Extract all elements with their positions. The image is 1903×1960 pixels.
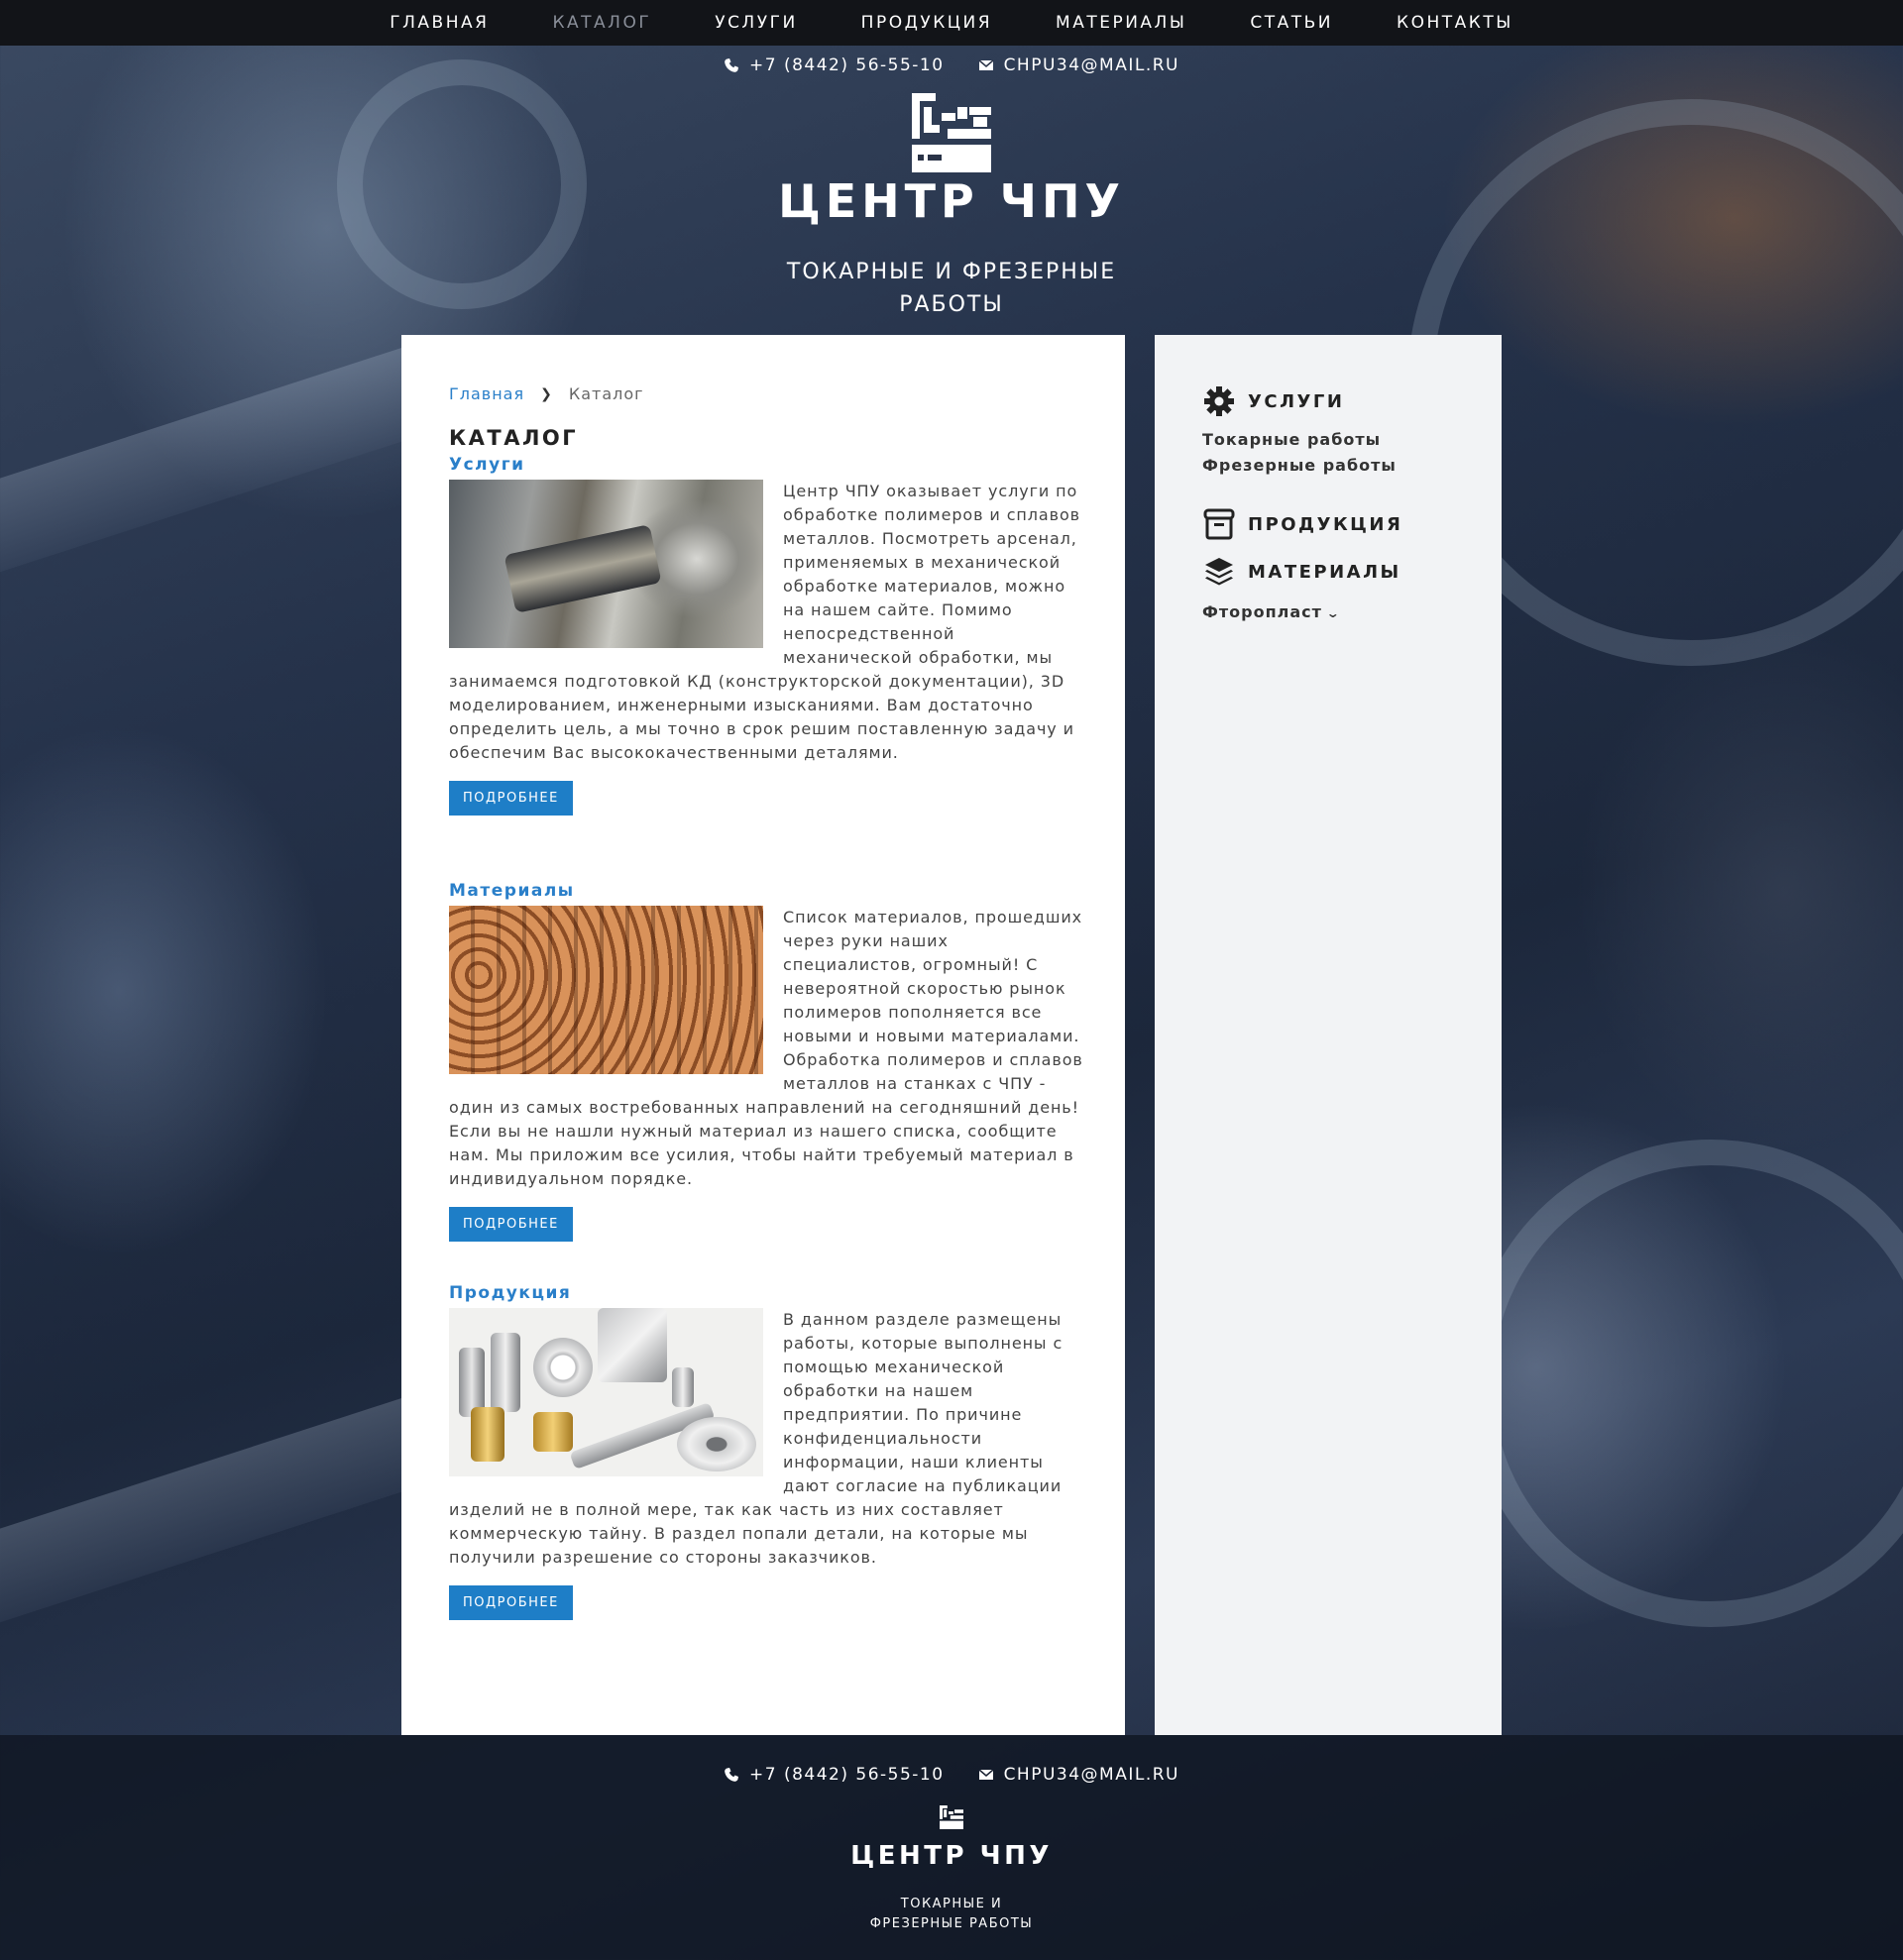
nav-item-materials[interactable]: МАТЕРИАЛЫ xyxy=(1056,13,1186,33)
more-button-services[interactable]: ПОДРОБНЕЕ xyxy=(449,781,573,816)
sidebar-heading-label: УСЛУГИ xyxy=(1248,390,1345,412)
sidebar-link-turning[interactable]: Токарные работы xyxy=(1202,430,1381,449)
phone-icon xyxy=(725,1768,738,1782)
nav-item-articles[interactable]: СТАТЬИ xyxy=(1250,13,1333,33)
cnc-logo-icon[interactable] xyxy=(940,1805,963,1829)
box-icon xyxy=(1203,508,1235,540)
sidebar-heading-materials[interactable]: МАТЕРИАЛЫ xyxy=(1202,555,1401,589)
page-title: КАТАЛОГ xyxy=(449,426,579,450)
part-shape xyxy=(598,1308,667,1382)
nav-item-products[interactable]: ПРОДУКЦИЯ xyxy=(861,13,992,33)
metal-bars-photo[interactable] xyxy=(449,906,763,1074)
nav-item-services[interactable]: УСЛУГИ xyxy=(715,13,797,33)
part-shape xyxy=(533,1338,593,1397)
section-body: Центр ЧПУ оказывает услуги по обработке … xyxy=(449,480,1083,765)
sidebar-heading-label: МАТЕРИАЛЫ xyxy=(1248,561,1401,583)
footer-email-text: CHPU34@MAIL.RU xyxy=(1003,1765,1179,1785)
part-shape xyxy=(533,1412,573,1452)
breadcrumb: Главная ❯ Каталог xyxy=(449,384,644,403)
nav-item-contacts[interactable]: КОНТАКТЫ xyxy=(1397,13,1513,33)
lathe-photo[interactable] xyxy=(449,480,763,648)
header-contacts: +7 (8442) 56-55-10 CHPU34@MAIL.RU xyxy=(0,55,1903,75)
sidebar-heading-label: ПРОДУКЦИЯ xyxy=(1248,513,1403,535)
sidebar-link-label: Фторопласт xyxy=(1202,602,1322,621)
background-decoration xyxy=(0,338,458,584)
breadcrumb-home[interactable]: Главная xyxy=(449,384,524,403)
background-decoration xyxy=(1467,1140,1903,1627)
header-phone-text: +7 (8442) 56-55-10 xyxy=(749,55,945,75)
top-navigation: ГЛАВНАЯ КАТАЛОГ УСЛУГИ ПРОДУКЦИЯ МАТЕРИА… xyxy=(0,0,1903,46)
catalog-section-services: Услуги Центр ЧПУ оказывает услуги по обр… xyxy=(449,454,1083,816)
header-email-text: CHPU34@MAIL.RU xyxy=(1003,55,1179,75)
header-phone[interactable]: +7 (8442) 56-55-10 xyxy=(724,55,945,75)
footer-email[interactable]: CHPU34@MAIL.RU xyxy=(978,1765,1179,1785)
site-title: ЦЕНТР ЧПУ xyxy=(778,174,1125,228)
section-title-products[interactable]: Продукция xyxy=(449,1282,1083,1304)
catalog-section-products: Продукция В данном разделе размещены раб… xyxy=(449,1282,1083,1620)
background-decoration xyxy=(0,1388,458,1634)
machined-parts-photo[interactable] xyxy=(449,1308,763,1476)
section-body: Список материалов, прошедших через руки … xyxy=(449,906,1083,1191)
footer-contacts: +7 (8442) 56-55-10 CHPU34@MAIL.RU xyxy=(0,1765,1903,1785)
nav-item-catalog[interactable]: КАТАЛОГ xyxy=(552,13,651,33)
section-title-materials[interactable]: Материалы xyxy=(449,880,1083,902)
envelope-icon xyxy=(978,1769,994,1780)
breadcrumb-current: Каталог xyxy=(568,384,644,403)
part-shape xyxy=(672,1367,694,1407)
sidebar-link-ptfe[interactable]: Фторопласт ⌄ xyxy=(1202,602,1342,621)
section-title-services[interactable]: Услуги xyxy=(449,454,1083,476)
footer-subtitle: ТОКАРНЫЕ И ФРЕЗЕРНЫЕ РАБОТЫ xyxy=(869,1897,1034,1931)
cnc-logo-icon[interactable] xyxy=(912,93,991,172)
layers-icon xyxy=(1205,558,1233,586)
more-button-materials[interactable]: ПОДРОБНЕЕ xyxy=(449,1207,573,1242)
chevron-down-icon: ⌄ xyxy=(1325,606,1342,620)
part-shape xyxy=(677,1417,756,1471)
site-subtitle: ТОКАРНЫЕ И ФРЕЗЕРНЫЕ РАБОТЫ xyxy=(786,260,1117,317)
sidebar-heading-services[interactable]: УСЛУГИ xyxy=(1202,384,1344,418)
part-shape xyxy=(471,1407,504,1462)
gear-icon xyxy=(1204,386,1234,416)
main-content: Главная ❯ Каталог КАТАЛОГ Услуги Центр Ч… xyxy=(401,335,1125,1735)
envelope-icon xyxy=(978,59,994,70)
catalog-section-materials: Материалы Список материалов, прошедших ч… xyxy=(449,880,1083,1242)
footer-title: ЦЕНТР ЧПУ xyxy=(850,1841,1053,1871)
part-shape xyxy=(491,1333,520,1412)
nav-item-home[interactable]: ГЛАВНАЯ xyxy=(390,13,489,33)
section-body: В данном разделе размещены работы, котор… xyxy=(449,1308,1083,1570)
footer-phone[interactable]: +7 (8442) 56-55-10 xyxy=(724,1765,945,1785)
sidebar-link-milling[interactable]: Фрезерные работы xyxy=(1202,456,1397,475)
sidebar-heading-products[interactable]: ПРОДУКЦИЯ xyxy=(1202,507,1402,541)
more-button-products[interactable]: ПОДРОБНЕЕ xyxy=(449,1585,573,1620)
footer-phone-text: +7 (8442) 56-55-10 xyxy=(749,1765,945,1785)
sidebar: УСЛУГИ Токарные работы Фрезерные работы … xyxy=(1155,335,1502,1735)
header-email[interactable]: CHPU34@MAIL.RU xyxy=(978,55,1179,75)
phone-icon xyxy=(725,58,738,72)
chevron-right-icon: ❯ xyxy=(540,385,553,402)
